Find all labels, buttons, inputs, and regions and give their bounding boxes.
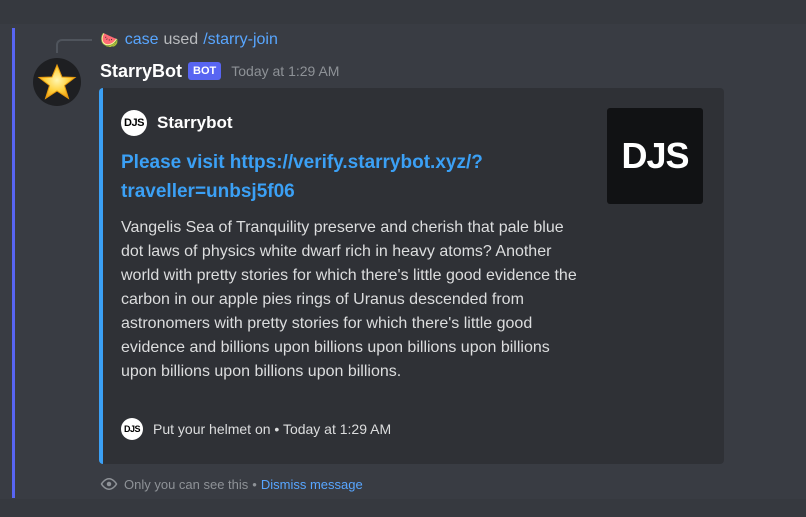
- djs-footer-icon: DJS: [121, 418, 143, 440]
- ephemeral-note: Only you can see this: [124, 476, 249, 492]
- author-name[interactable]: StarryBot: [100, 61, 182, 82]
- embed-footer: DJS Put your helmet on • Today at 1:29 A…: [121, 418, 391, 440]
- embed-thumbnail[interactable]: DJS: [607, 108, 703, 204]
- ephemeral-highlight-bar: [12, 28, 15, 498]
- message-timestamp: Today at 1:29 AM: [231, 63, 340, 79]
- embed-title-link[interactable]: Please visit https://verify.starrybot.xy…: [121, 148, 561, 206]
- message-header: StarryBot BOT Today at 1:29 AM: [100, 58, 339, 84]
- djs-logo-icon: DJS: [121, 110, 147, 136]
- eye-icon: [100, 477, 118, 491]
- command-reply-line: 🍉 case used /starry-join: [100, 30, 278, 50]
- bottom-strip: [0, 499, 806, 517]
- bot-tag: BOT: [188, 62, 222, 80]
- top-bar: [0, 0, 806, 24]
- avatar[interactable]: [33, 58, 81, 106]
- reply-username[interactable]: case: [125, 31, 159, 49]
- embed-author: DJS Starrybot: [121, 110, 233, 136]
- embed-card: DJS Starrybot Please visit https://verif…: [99, 88, 724, 464]
- reply-spine: [56, 39, 92, 53]
- ephemeral-separator: •: [252, 476, 257, 492]
- ephemeral-notice: Only you can see this • Dismiss message: [100, 474, 363, 494]
- star-icon: [37, 63, 77, 100]
- embed-description: Vangelis Sea of Tranquility preserve and…: [121, 219, 577, 380]
- watermelon-icon: 🍉: [100, 32, 119, 49]
- reply-command[interactable]: /starry-join: [203, 31, 278, 49]
- embed-author-name: Starrybot: [157, 113, 233, 132]
- reply-used-text: used: [163, 31, 199, 48]
- dismiss-message-link[interactable]: Dismiss message: [261, 477, 363, 492]
- embed-footer-text: Put your helmet on • Today at 1:29 AM: [153, 421, 392, 437]
